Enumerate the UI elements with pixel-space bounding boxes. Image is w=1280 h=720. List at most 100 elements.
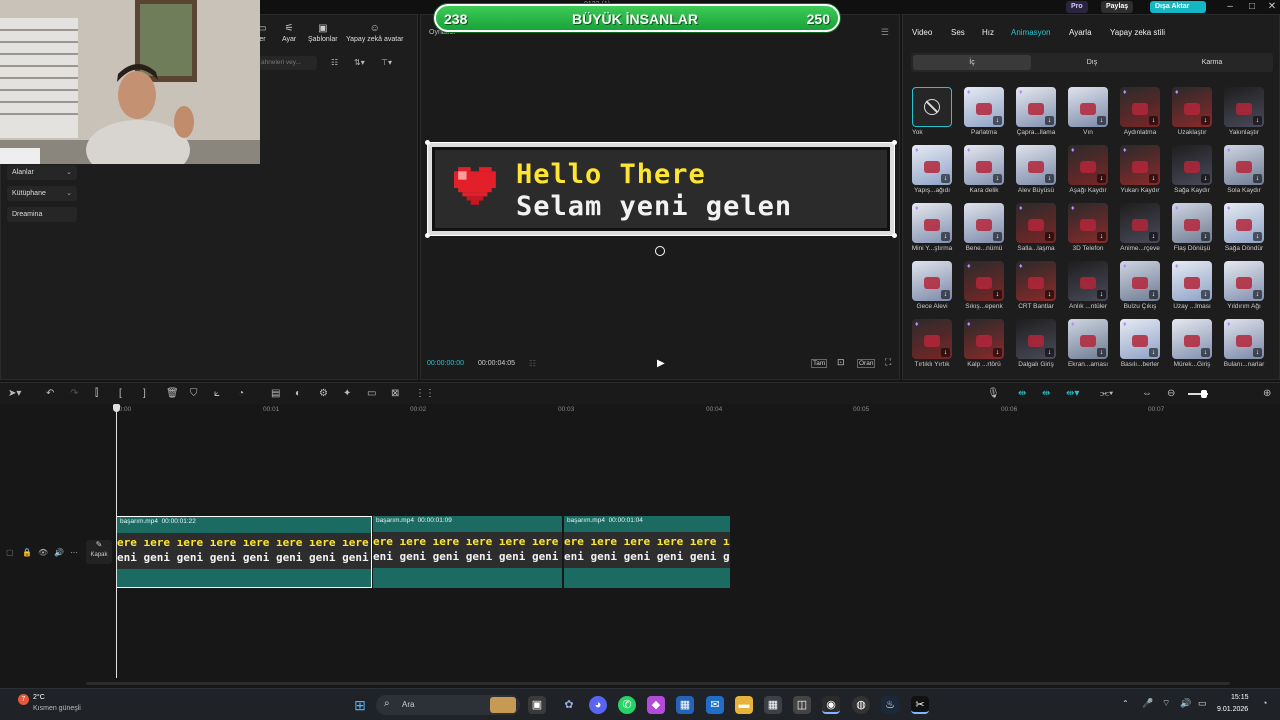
mail-icon[interactable]: ✉ — [706, 696, 724, 714]
effect-tile[interactable]: ↓ ♦ — [1016, 87, 1056, 127]
magic-wand-icon[interactable]: ✦ — [343, 388, 351, 399]
download-icon[interactable]: ↓ — [1149, 232, 1158, 241]
redo-icon[interactable]: ↷ — [70, 388, 78, 399]
download-icon[interactable]: ↓ — [1149, 116, 1158, 125]
download-icon[interactable]: ↓ — [1045, 116, 1054, 125]
download-icon[interactable]: ↓ — [1097, 290, 1106, 299]
shield-icon[interactable]: ⛉ — [190, 388, 198, 399]
tab-speed[interactable]: Hız — [982, 28, 994, 37]
more-icon[interactable]: ⋯ — [70, 548, 78, 557]
resize-handle[interactable] — [425, 140, 430, 145]
clock-date[interactable]: 9.01.2026 — [1217, 706, 1248, 713]
playhead-handle[interactable] — [113, 404, 120, 412]
effect-tile[interactable]: ↓ — [1224, 261, 1264, 301]
task-view-icon[interactable]: ▣ — [528, 696, 546, 714]
download-icon[interactable]: ↓ — [1253, 116, 1262, 125]
lock-icon[interactable]: 🔒 — [22, 548, 32, 557]
effect-tile[interactable]: ↓ ♦ — [1172, 203, 1212, 243]
filter-icon[interactable]: ⊤▾ — [381, 58, 392, 67]
download-icon[interactable]: ↓ — [993, 116, 1002, 125]
zoom-slider-handle[interactable] — [1201, 390, 1207, 398]
download-icon[interactable]: ↓ — [1253, 174, 1262, 183]
crop-icon[interactable]: ⟀ — [214, 388, 220, 399]
effect-tile[interactable]: ↓ ♦ — [1120, 145, 1160, 185]
microphone-icon[interactable]: 🎙 — [987, 388, 1000, 399]
cover-button[interactable]: ✎ Kapak — [86, 540, 112, 564]
effect-tile[interactable]: ↓ — [1172, 145, 1212, 185]
visibility-icon[interactable]: 👁 — [38, 548, 48, 557]
caption-icon[interactable]: ▭ — [367, 388, 376, 399]
play-icon[interactable]: ▶ — [657, 358, 665, 369]
fullscreen-icon[interactable]: ⛶ — [885, 357, 891, 368]
share-button[interactable]: Paylaş — [1101, 1, 1134, 13]
effect-tile[interactable]: ↓ ♦ — [912, 203, 952, 243]
full-quality-button[interactable]: Tam — [811, 359, 828, 368]
aspect-ratio-button[interactable]: Oran — [857, 359, 876, 368]
download-icon[interactable]: ↓ — [941, 348, 950, 357]
app-icon[interactable]: ◫ — [793, 696, 811, 714]
effect-tile[interactable]: ↓ ♦ — [1068, 203, 1108, 243]
horizontal-scrollbar[interactable] — [86, 682, 1230, 685]
adjust-button[interactable]: ⚟ Ayar — [282, 23, 296, 43]
whatsapp-icon[interactable]: ✆ — [618, 696, 636, 714]
tab-video[interactable]: Video — [912, 28, 932, 37]
select-tool-icon[interactable]: ➤▾ — [8, 388, 21, 399]
download-icon[interactable]: ↓ — [941, 290, 950, 299]
temperature[interactable]: 2°C — [33, 694, 45, 701]
search-input[interactable]: ahneleri vey... — [259, 56, 317, 70]
effect-tile[interactable]: ↓ ♦ — [912, 145, 952, 185]
effect-tile[interactable]: ↓ — [1120, 203, 1160, 243]
video-clip[interactable]: başarım.mp4 00:00:01:09 ere ıere ıere ıe… — [373, 516, 562, 588]
download-icon[interactable]: ↓ — [1045, 348, 1054, 357]
chevron-up-icon[interactable]: ⌃ — [1122, 699, 1129, 708]
playhead[interactable] — [116, 404, 117, 678]
subtab-in[interactable]: İç — [913, 55, 1031, 70]
sidebar-item-alanlar[interactable]: Alanlar ⌄ — [7, 165, 77, 180]
file-explorer-icon[interactable]: ▬ — [735, 696, 753, 714]
office-icon[interactable]: ◆ — [647, 696, 665, 714]
download-icon[interactable]: ↓ — [1097, 348, 1106, 357]
calculator-icon[interactable]: ▦ — [764, 696, 782, 714]
effect-tile[interactable]: ↓ ♦ — [964, 261, 1004, 301]
text-overlay-preview[interactable]: Hello There Selam yeni gelen — [425, 140, 897, 238]
rotate-handle-icon[interactable] — [655, 246, 665, 256]
export-button[interactable]: Dışa Aktar — [1150, 1, 1206, 13]
preview-axis-icon[interactable]: ⫘▾ — [1100, 388, 1113, 399]
effect-tile[interactable]: ↓ ♦ — [964, 87, 1004, 127]
download-icon[interactable]: ↓ — [1045, 290, 1054, 299]
trim-right-icon[interactable]: ] — [143, 388, 146, 399]
effect-tile[interactable]: ↓ — [1224, 87, 1264, 127]
video-clip[interactable]: başarım.mp4 00:00:01:22 ere ıere ıere ıe… — [116, 516, 372, 588]
download-icon[interactable]: ↓ — [1045, 174, 1054, 183]
download-icon[interactable]: ↓ — [993, 290, 1002, 299]
microphone-tray-icon[interactable]: 🎤 — [1142, 698, 1153, 709]
effect-tile[interactable]: ↓ ♦ — [1224, 145, 1264, 185]
effect-tile[interactable]: ↓ ♦ — [1224, 203, 1264, 243]
effect-tile[interactable]: ↓ — [1068, 261, 1108, 301]
chrome-icon[interactable]: ◉ — [822, 696, 840, 714]
effect-tile[interactable]: ↓ ♦ — [1120, 87, 1160, 127]
grid-view-icon[interactable]: ☷ — [331, 58, 338, 67]
tab-adjust[interactable]: Ayarla — [1069, 28, 1092, 37]
download-icon[interactable]: ↓ — [993, 174, 1002, 183]
trim-left-icon[interactable]: [ — [119, 388, 122, 399]
minimize-icon[interactable]: – — [1222, 0, 1238, 14]
undo-icon[interactable]: ↶ — [46, 388, 54, 399]
download-icon[interactable]: ↓ — [941, 174, 950, 183]
download-icon[interactable]: ↓ — [1149, 174, 1158, 183]
mute-icon[interactable]: 🔊 — [54, 548, 64, 557]
download-icon[interactable]: ↓ — [1253, 232, 1262, 241]
video-clip[interactable]: başarım.mp4 00:00:01:04 ere ıere ıere ıe… — [564, 516, 730, 588]
download-icon[interactable]: ↓ — [941, 232, 950, 241]
effect-tile[interactable]: ↓ — [1172, 319, 1212, 359]
menu-icon[interactable]: ☰ — [881, 27, 889, 38]
download-icon[interactable]: ↓ — [1097, 116, 1106, 125]
download-icon[interactable]: ↓ — [1253, 348, 1262, 357]
templates-button[interactable]: ▣ Şablonlar — [308, 23, 338, 43]
download-icon[interactable]: ↓ — [993, 232, 1002, 241]
sidebar-item-dreamina[interactable]: Dreamina — [7, 207, 77, 222]
mask-icon[interactable]: ◐ — [295, 388, 301, 399]
effect-tile[interactable]: ↓ ♦ — [1068, 319, 1108, 359]
transform-icon[interactable]: ⊠ — [391, 388, 399, 399]
linkage-icon[interactable]: ⇹▾ — [1066, 388, 1079, 399]
